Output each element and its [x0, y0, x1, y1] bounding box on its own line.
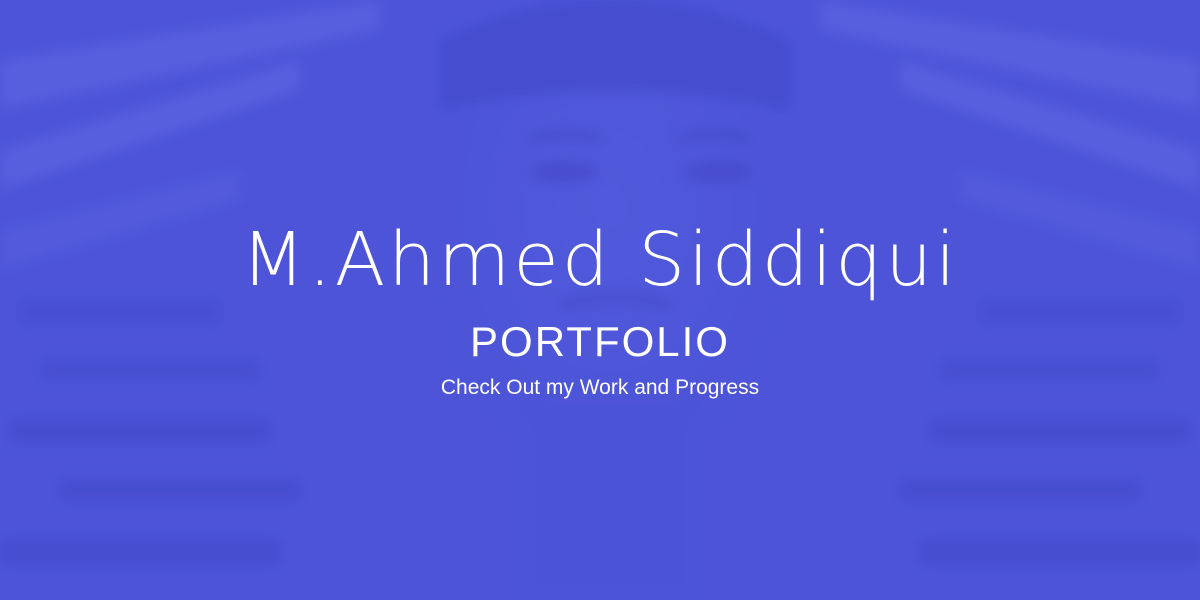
banner-text: M.Ahmed Siddiqui PORTFOLIO Check Out my …	[0, 0, 1200, 600]
tagline: Check Out my Work and Progress	[440, 376, 760, 399]
owner-name: M.Ahmed Siddiqui	[241, 217, 959, 303]
portfolio-banner: M.Ahmed Siddiqui PORTFOLIO Check Out my …	[0, 0, 1200, 600]
page-title: PORTFOLIO	[470, 318, 730, 365]
